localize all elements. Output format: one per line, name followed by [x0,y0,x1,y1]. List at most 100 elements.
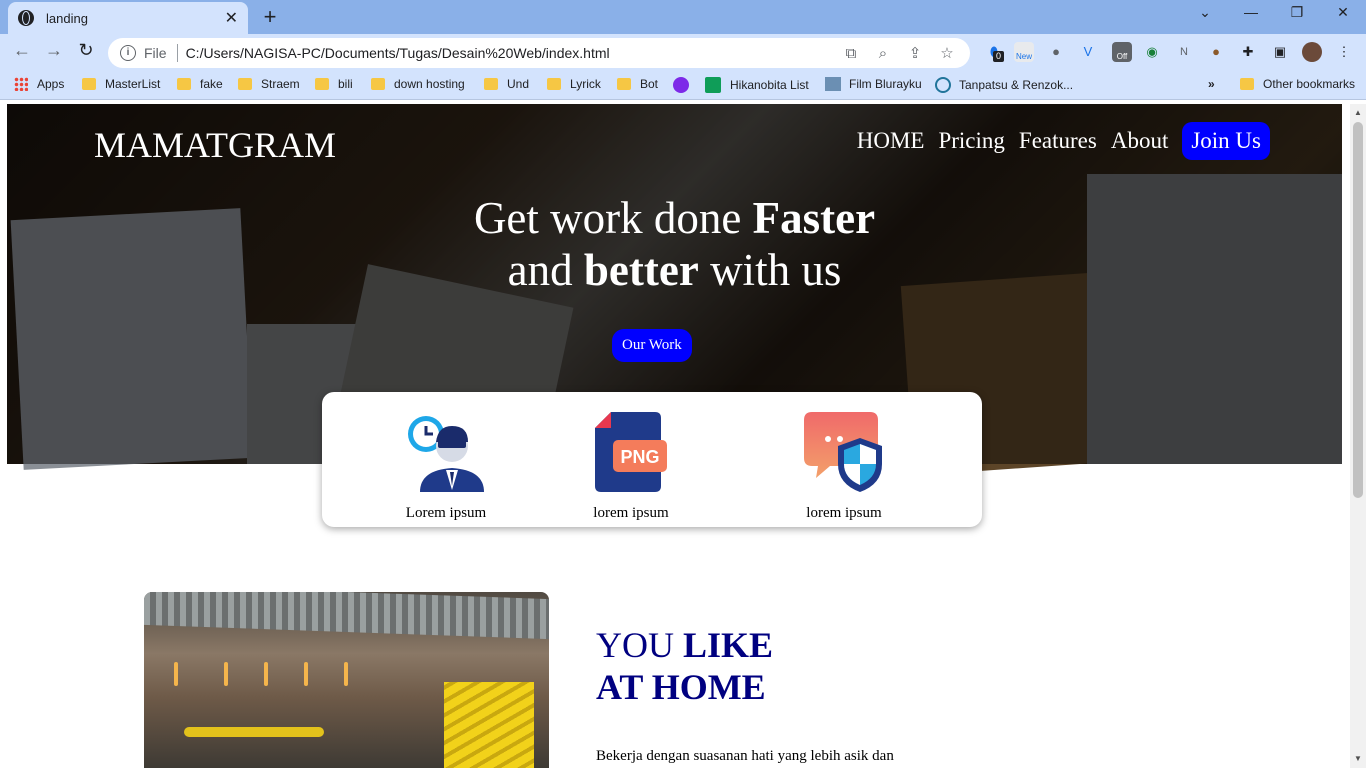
extensions-puzzle-icon[interactable]: ✚ [1238,42,1258,62]
folder-icon [547,78,561,90]
hero-headline: Get work done Faster and better with us [7,192,1342,296]
new-tab-button[interactable]: + [258,4,282,30]
section-title-text: YOU [596,625,683,665]
extension-v-icon[interactable]: V [1078,42,1098,62]
globe-icon [18,10,34,26]
photo-lamp [264,662,268,686]
bookmarks-bar: Apps MasterList fake Straem bili down ho… [0,70,1366,100]
nav-home[interactable]: HOME [857,128,925,154]
brand-logo[interactable]: MAMATGRAM [94,124,336,166]
feature-label: lorem ipsum [806,505,882,521]
extension-cookie-icon[interactable]: ● [1206,42,1226,62]
bookmark-item[interactable]: Tanpatsu & Renzok... [935,77,1073,93]
extension-globe-icon[interactable]: ◉ [1142,42,1162,62]
extension-lock-icon[interactable]: ⬮0 [984,42,1004,62]
info-icon[interactable]: i [120,45,136,61]
folder-icon [484,78,498,90]
extension-new-icon[interactable]: New [1014,42,1034,62]
divider [176,44,178,62]
bookmark-item[interactable]: MasterList [82,77,160,91]
folder-icon [371,78,385,90]
section-title-emphasis: AT HOME [596,667,766,707]
forward-icon[interactable]: → [42,40,66,61]
url-scheme-label: File [144,45,167,61]
bookmark-label: Und [507,77,530,91]
address-bar[interactable]: i File C:/Users/NAGISA-PC/Documents/Tuga… [108,38,970,68]
browser-tab[interactable]: landing ✕ [8,2,248,34]
headline-emphasis: Faster [752,193,876,243]
extension-off-icon[interactable]: Off [1112,42,1132,62]
scrollbar-thumb[interactable] [1353,122,1363,498]
bookmark-item[interactable]: Bot [617,77,658,91]
page-scrollbar[interactable]: ▲ ▼ [1350,104,1366,768]
folder-icon [177,78,191,90]
nav-features[interactable]: Features [1019,128,1097,154]
minimize-button[interactable]: — [1236,4,1266,20]
headline-text: Get work done [473,193,753,243]
photo-stairs [444,682,534,768]
features-card: Lorem ipsum PNG lorem ipsum lorem ipsum [322,392,982,527]
main-nav: HOME Pricing Features About Join Us [857,122,1270,160]
bookmark-label: Apps [37,77,65,91]
bookmark-label: MasterList [105,77,161,91]
join-us-button[interactable]: Join Us [1182,122,1270,160]
bookmark-label: Lyrick [570,77,601,91]
back-icon[interactable]: ← [10,40,34,61]
translate-icon[interactable]: ⧉ [840,45,862,62]
bookmark-label: Bot [640,77,659,91]
bookmark-label: fake [200,77,223,91]
bookmark-item[interactable]: Und [484,77,529,91]
extension-cursor-icon[interactable]: ● [1046,42,1066,62]
tab-search-icon[interactable]: ⌄ [1190,4,1220,21]
extension-n-icon[interactable]: N [1174,42,1194,62]
our-work-button[interactable]: Our Work [612,329,692,362]
bookmark-item[interactable]: Hikanobita List [705,77,809,93]
bookmark-canva[interactable] [673,77,689,93]
tab-title: landing [46,10,88,26]
bookmark-item[interactable]: bili [315,77,353,91]
bookmark-item[interactable]: fake [177,77,223,91]
close-window-button[interactable]: ✕ [1328,4,1358,21]
url-text[interactable]: C:/Users/NAGISA-PC/Documents/Tugas/Desai… [186,45,830,61]
bookmark-item[interactable]: Film Blurayku [825,77,922,91]
headline-text: and [507,245,584,295]
folder-icon [82,78,96,90]
photo-lamp [174,662,178,686]
side-panel-icon[interactable]: ▣ [1270,42,1290,62]
bookmark-star-icon[interactable]: ☆ [936,44,958,62]
time-person-icon [408,416,484,492]
folder-icon [617,78,631,90]
bookmark-label: Tanpatsu & Renzok... [959,78,1074,92]
bookmark-label: Hikanobita List [730,78,809,92]
reload-icon[interactable]: ↻ [74,40,98,61]
apps-grid-icon [14,77,28,91]
feature-item: PNG lorem ipsum [571,412,691,522]
chat-shield-icon [804,412,882,492]
share-icon[interactable]: ⇪ [904,44,926,62]
bookmark-label: Other bookmarks [1263,77,1356,91]
feature-item: Lorem ipsum [386,412,506,522]
bookmark-apps[interactable]: Apps [14,77,64,91]
scroll-up-icon[interactable]: ▲ [1354,108,1362,117]
wordpress-icon [935,77,951,93]
scroll-down-icon[interactable]: ▼ [1354,754,1362,763]
restore-button[interactable]: ❐ [1282,4,1312,21]
bookmark-item[interactable]: Straem [238,77,300,91]
nav-pricing[interactable]: Pricing [938,128,1004,154]
folder-icon [1240,78,1254,90]
nav-about[interactable]: About [1111,128,1169,154]
bookmark-item[interactable]: down hosting [371,77,465,91]
section-title-emphasis: LIKE [683,625,774,665]
headline-text: with us [698,245,842,295]
feature-label: lorem ipsum [593,505,669,521]
zoom-icon[interactable]: ⌕ [872,45,894,62]
extension-off-label: Off [1116,52,1128,61]
bookmark-other[interactable]: Other bookmarks [1240,77,1355,91]
profile-avatar[interactable] [1302,42,1322,62]
close-tab-icon[interactable]: ✕ [225,8,238,28]
menu-dots-icon[interactable]: ⋮ [1334,42,1354,62]
extension-new-label: New [1015,52,1032,61]
section-text: Bekerja dengan suasanan hati yang lebih … [596,748,894,764]
bookmark-item[interactable]: Lyrick [547,77,601,91]
more-bookmarks-icon[interactable]: » [1208,77,1215,91]
